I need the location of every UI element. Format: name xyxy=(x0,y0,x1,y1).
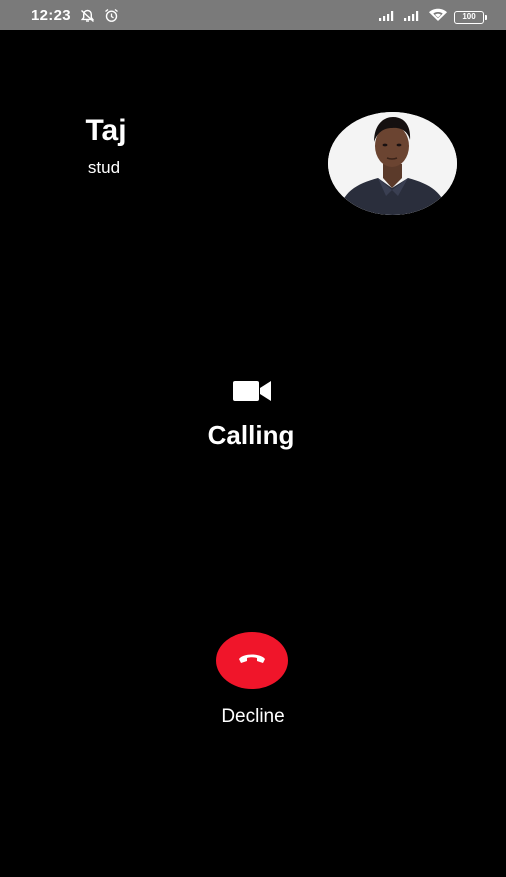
status-right-icons: 100 xyxy=(378,8,487,27)
alarm-icon xyxy=(104,8,119,28)
signal-icon xyxy=(403,9,422,27)
call-status-text: Calling xyxy=(207,420,295,450)
decline-button[interactable] xyxy=(216,632,288,689)
status-bar: 12:23 100 xyxy=(0,0,506,30)
call-screen: 12:23 100 Taj stud Calling Decline xyxy=(0,0,506,877)
mute-notification-icon xyxy=(80,9,95,28)
avatar xyxy=(328,112,457,215)
wifi-icon xyxy=(428,8,448,27)
caller-name: Taj xyxy=(85,114,127,147)
caller-subtitle: stud xyxy=(87,158,121,177)
status-left-icons xyxy=(80,8,119,28)
decline-label: Decline xyxy=(221,706,285,727)
status-time: 12:23 xyxy=(31,7,71,24)
signal-icon xyxy=(378,9,397,27)
video-camera-icon xyxy=(232,379,272,403)
battery-icon: 100 xyxy=(454,11,487,24)
phone-hangup-icon xyxy=(237,651,267,670)
